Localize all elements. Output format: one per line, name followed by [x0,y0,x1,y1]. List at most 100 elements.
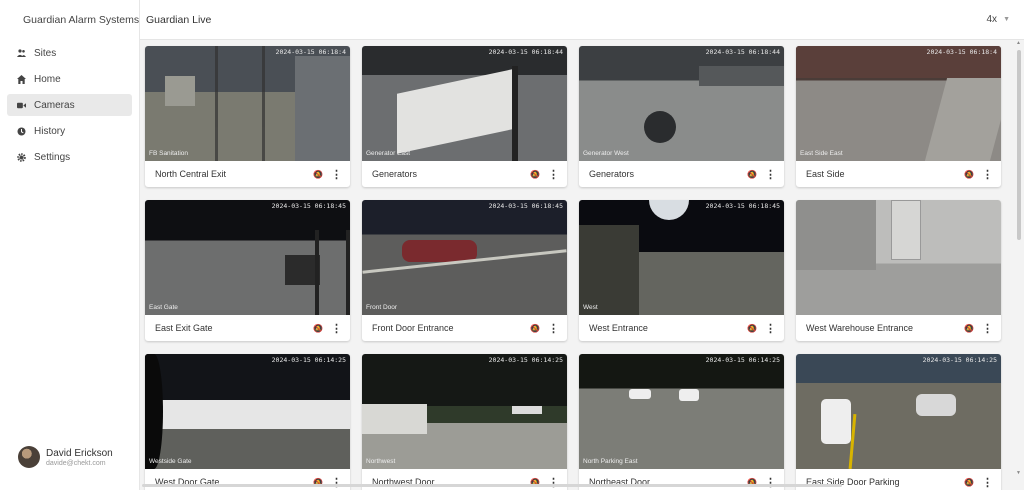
camera-feed[interactable]: 2024-03-15 06:14:25 North Parking East [579,354,784,469]
bell-off-icon[interactable]: 🔕 [964,324,974,333]
feed-label: Westside Gate [149,458,192,465]
camera-name: East Exit Gate [155,323,213,333]
history-icon [17,127,26,136]
feed-timestamp: 2024-03-15 06:18:45 [488,202,563,210]
bell-off-icon[interactable]: 🔕 [747,170,757,179]
scrollbar-thumb[interactable] [142,484,842,487]
more-vertical-icon[interactable]: ⋮ [331,168,342,181]
feed-timestamp: 2024-03-15 06:18:44 [488,48,563,56]
camera-feed[interactable]: 2024-03-15 06:18:45 Front Door [362,200,567,315]
tile-footer: West Entrance 🔕 ⋮ [579,315,784,341]
camera-tile[interactable]: 2024-03-15 06:18:45 Front Door Front Doo… [362,200,567,341]
bell-off-icon[interactable]: 🔕 [530,170,540,179]
sidebar-item-label: Settings [34,151,71,163]
user-name: David Erickson [46,447,113,459]
camera-tile[interactable]: 2024-03-15 06:14:25 North Parking East N… [579,354,784,490]
camera-feed[interactable]: 2024-03-15 06:14:25 Westside Gate [145,354,350,469]
feed-label: Generator West [583,150,629,157]
tile-actions: 🔕 ⋮ [313,322,342,335]
scroll-up-arrow-icon[interactable]: ▲ [1016,40,1021,46]
camera-feed[interactable]: 2024-03-15 06:18:45 West [579,200,784,315]
more-vertical-icon[interactable]: ⋮ [548,168,559,181]
camera-tile[interactable]: 2024-03-15 06:18:4 East Side East East S… [796,46,1001,187]
more-vertical-icon[interactable]: ⋮ [548,322,559,335]
tile-footer: East Exit Gate 🔕 ⋮ [145,315,350,341]
horizontal-scrollbar[interactable] [142,484,1012,488]
more-vertical-icon[interactable]: ⋮ [331,322,342,335]
camera-feed[interactable]: 2024-03-15 06:14:25 Northwest [362,354,567,469]
feed-timestamp: 2024-03-15 06:14:25 [705,356,780,364]
feed-timestamp: 2024-03-15 06:18:4 [275,48,346,56]
feed-timestamp: 2024-03-15 06:14:25 [271,356,346,364]
sidebar-item-history[interactable]: History [7,120,132,142]
bell-off-icon[interactable]: 🔕 [313,324,323,333]
camera-grid: 2024-03-15 06:18:4 FB Sanitation North C… [145,46,1002,490]
sidebar-item-label: Sites [34,47,57,59]
home-icon [17,74,26,84]
feed-timestamp: 2024-03-15 06:18:45 [271,202,346,210]
brand[interactable]: Guardian Alarm Systems [0,0,139,40]
layout-select[interactable]: 4x ▼ [987,14,1011,25]
feed-label: North Parking East [583,458,638,465]
page-title: Guardian Live [146,13,212,26]
feed-timestamp: 2024-03-15 06:14:25 [922,356,997,364]
camera-tile[interactable]: 2024-03-15 06:18:4 FB Sanitation North C… [145,46,350,187]
tile-footer: Generators 🔕 ⋮ [362,161,567,187]
scroll-down-arrow-icon[interactable]: ▼ [1016,470,1021,476]
camera-name: Generators [589,169,635,179]
camera-feed[interactable]: 2024-03-15 06:18:45 East Gate [145,200,350,315]
more-vertical-icon[interactable]: ⋮ [982,168,993,181]
feed-label: West [583,304,598,311]
feed-timestamp: 2024-03-15 06:18:4 [926,48,997,56]
sidebar-item-home[interactable]: Home [7,68,132,90]
camera-feed[interactable]: 2024-03-15 06:18:44 Generator West [579,46,784,161]
vertical-scrollbar[interactable]: ▲ ▼ [1016,40,1022,476]
bell-off-icon[interactable]: 🔕 [530,324,540,333]
user-profile[interactable]: David Erickson davide@chekt.com [18,446,113,468]
feed-label: East Gate [149,304,178,311]
sidebar-item-label: Home [34,73,61,85]
chevron-down-icon: ▼ [1003,16,1010,23]
camera-tile[interactable]: 2024-03-15 06:14:25 Westside Gate West D… [145,354,350,490]
camera-tile[interactable]: 2024-03-15 06:14:25 Northwest Northwest … [362,354,567,490]
tile-footer: East Side 🔕 ⋮ [796,161,1001,187]
user-info: David Erickson davide@chekt.com [46,448,113,467]
tile-actions: 🔕 ⋮ [530,322,559,335]
more-vertical-icon[interactable]: ⋮ [765,168,776,181]
camera-tile[interactable]: 2024-03-15 06:14:25 East Side Door Parki… [796,354,1001,490]
more-vertical-icon[interactable]: ⋮ [765,322,776,335]
bell-off-icon[interactable]: 🔕 [313,170,323,179]
tile-footer: Front Door Entrance 🔕 ⋮ [362,315,567,341]
sidebar-item-label: History [34,125,66,137]
sidebar-item-settings[interactable]: Settings [7,146,132,168]
scrollbar-thumb[interactable] [1017,50,1021,240]
camera-name: Front Door Entrance [372,323,454,333]
tile-footer: North Central Exit 🔕 ⋮ [145,161,350,187]
camera-feed[interactable]: 2024-03-15 06:18:4 East Side East [796,46,1001,161]
tile-actions: 🔕 ⋮ [747,322,776,335]
camera-feed[interactable] [796,200,1001,315]
tile-actions: 🔕 ⋮ [747,168,776,181]
feed-label: Northwest [366,458,396,465]
camera-name: West Entrance [589,323,648,333]
tile-actions: 🔕 ⋮ [530,168,559,181]
camera-tile[interactable]: 2024-03-15 06:18:44 Generator West Gener… [579,46,784,187]
camera-feed[interactable]: 2024-03-15 06:18:4 FB Sanitation [145,46,350,161]
camera-name: East Side [806,169,845,179]
feed-timestamp: 2024-03-15 06:14:25 [488,356,563,364]
bell-off-icon[interactable]: 🔕 [747,324,757,333]
camera-feed[interactable]: 2024-03-15 06:18:44 Generator East [362,46,567,161]
camera-tile[interactable]: 2024-03-15 06:18:44 Generator East Gener… [362,46,567,187]
sidebar-item-sites[interactable]: Sites [7,42,132,64]
people-icon [17,49,26,58]
camera-tile[interactable]: 2024-03-15 06:18:45 West West Entrance 🔕… [579,200,784,341]
sidebar-item-cameras[interactable]: Cameras [7,94,132,116]
bell-off-icon[interactable]: 🔕 [964,170,974,179]
more-vertical-icon[interactable]: ⋮ [982,322,993,335]
camera-tile[interactable]: West Warehouse Entrance 🔕 ⋮ [796,200,1001,341]
camera-name: Generators [372,169,418,179]
camera-feed[interactable]: 2024-03-15 06:14:25 [796,354,1001,469]
tile-footer: West Warehouse Entrance 🔕 ⋮ [796,315,1001,341]
tile-footer: Generators 🔕 ⋮ [579,161,784,187]
camera-tile[interactable]: 2024-03-15 06:18:45 East Gate East Exit … [145,200,350,341]
